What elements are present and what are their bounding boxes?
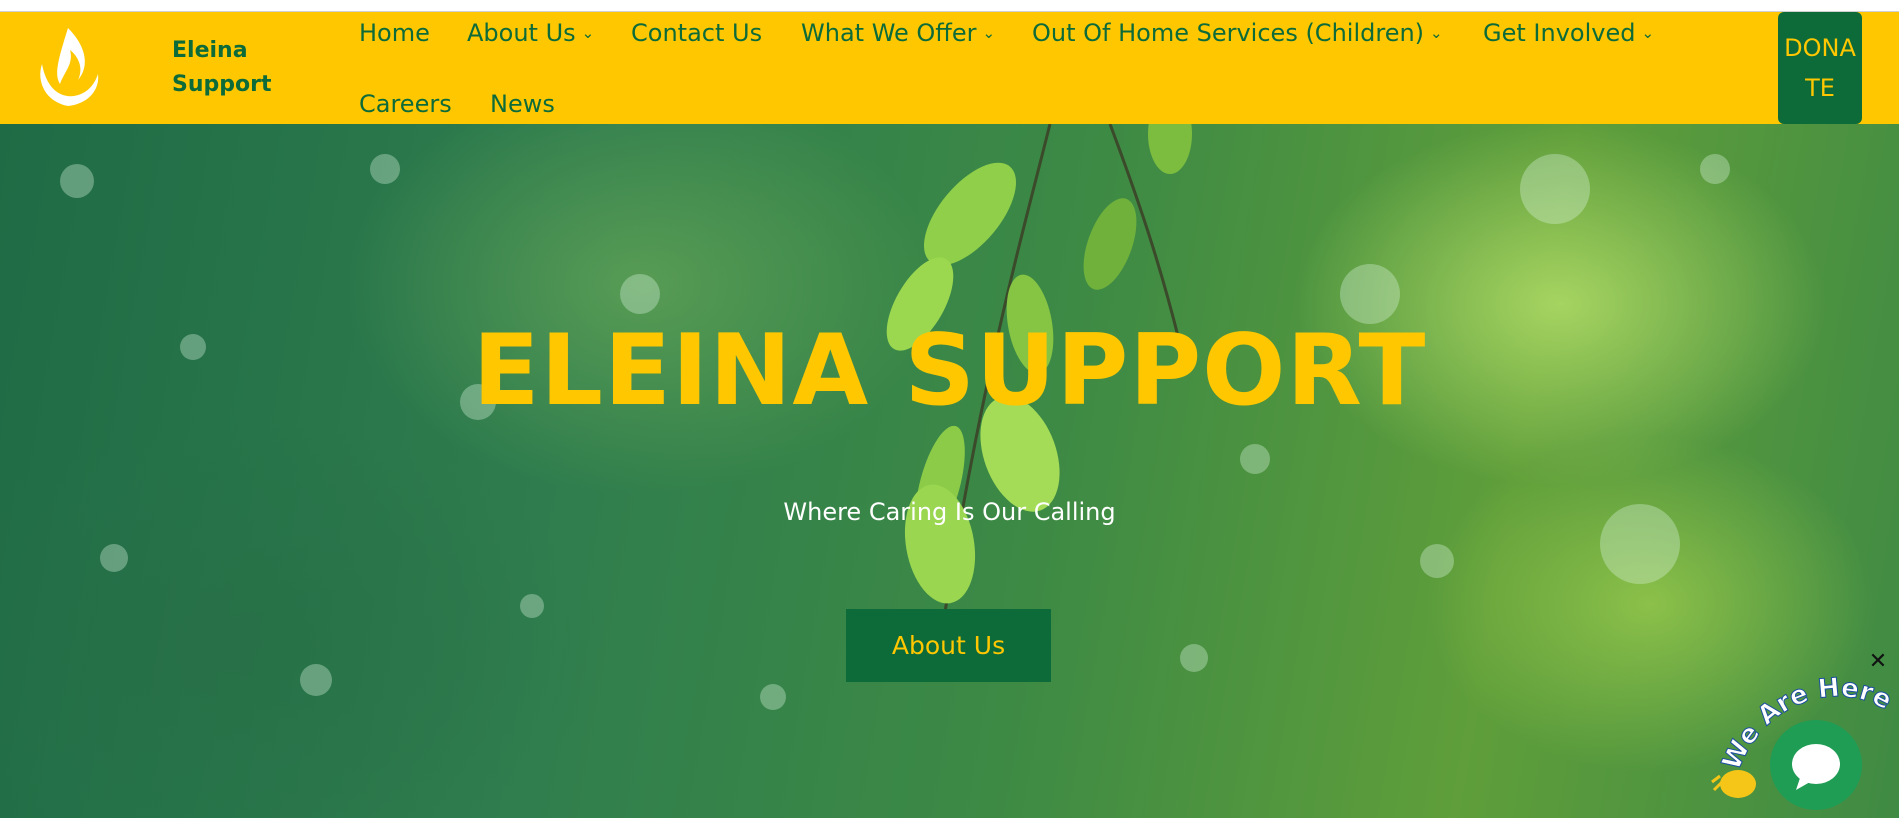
hero-banner: ELEINA SUPPORT Where Caring Is Our Calli…: [0, 124, 1899, 818]
waving-hand-icon: [1710, 760, 1760, 804]
hero-title: ELEINA SUPPORT: [472, 314, 1427, 428]
nav-news[interactable]: News: [490, 84, 555, 124]
nav-about-us-label: About Us: [467, 19, 576, 47]
nav-news-label: News: [490, 90, 555, 118]
chevron-down-icon: ⌄: [982, 24, 996, 42]
nav-contact-us[interactable]: Contact Us: [631, 13, 762, 53]
bokeh-light: [1420, 544, 1454, 578]
nav-home[interactable]: Home: [359, 13, 430, 53]
nav-out-of-home-services-label: Out Of Home Services (Children): [1032, 19, 1425, 47]
bokeh-light: [370, 154, 400, 184]
bokeh-light: [1520, 154, 1590, 224]
nav-what-we-offer-label: What We Offer: [801, 19, 977, 47]
bokeh-light: [1180, 644, 1208, 672]
chevron-down-icon: ⌄: [581, 24, 595, 42]
chat-bubble-icon: [1792, 744, 1840, 790]
nav-get-involved[interactable]: Get Involved ⌄: [1483, 13, 1654, 53]
close-icon[interactable]: ✕: [1866, 650, 1890, 674]
chat-launcher-button[interactable]: [1770, 720, 1862, 810]
brand-name[interactable]: Eleina Support: [172, 34, 292, 102]
hero-subtitle: Where Caring Is Our Calling: [783, 498, 1116, 526]
about-us-button[interactable]: About Us: [846, 609, 1051, 682]
nav-get-involved-label: Get Involved: [1483, 19, 1636, 47]
bokeh-light: [1240, 444, 1270, 474]
bokeh-light: [100, 544, 128, 572]
donate-button[interactable]: DONATE: [1778, 12, 1862, 124]
bokeh-light: [60, 164, 94, 198]
donate-button-label: DONATE: [1784, 34, 1856, 102]
bokeh-light: [760, 684, 786, 710]
nav-out-of-home-services[interactable]: Out Of Home Services (Children) ⌄: [1032, 13, 1443, 53]
chevron-down-icon: ⌄: [1430, 24, 1443, 42]
brand-name-line2: Support: [172, 72, 272, 97]
nav-what-we-offer[interactable]: What We Offer ⌄: [801, 13, 995, 53]
header-edge: [1862, 12, 1899, 124]
flame-logo-icon[interactable]: [28, 24, 108, 112]
chevron-down-icon: ⌄: [1641, 24, 1655, 42]
nav-home-label: Home: [359, 19, 430, 47]
site-header: Eleina Support Home About Us ⌄ Contact Us…: [0, 12, 1899, 124]
nav-contact-us-label: Contact Us: [631, 19, 763, 47]
bokeh-light: [620, 274, 660, 314]
nav-careers-label: Careers: [359, 90, 452, 118]
bokeh-light: [300, 664, 332, 696]
nav-about-us[interactable]: About Us ⌄: [467, 13, 594, 53]
bokeh-light: [520, 594, 544, 618]
top-border: [0, 0, 1899, 12]
bokeh-light: [1700, 154, 1730, 184]
brand-name-line1: Eleina: [172, 38, 248, 63]
nav-careers[interactable]: Careers: [359, 84, 452, 124]
